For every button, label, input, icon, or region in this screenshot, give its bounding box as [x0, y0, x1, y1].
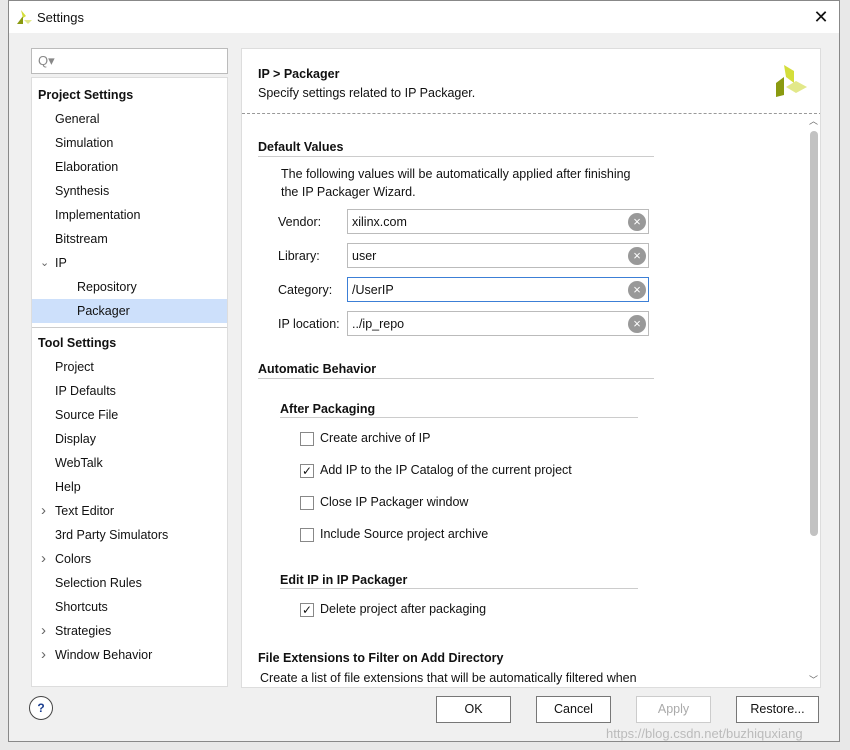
- page-title: IP > Packager: [258, 67, 340, 81]
- field-label: Vendor:: [278, 215, 322, 229]
- tree-item-packager[interactable]: Packager: [32, 299, 227, 323]
- restore-button[interactable]: Restore...: [736, 696, 819, 723]
- window-title: Settings: [37, 10, 84, 25]
- tree-item-ip[interactable]: ⌄ IP: [32, 251, 227, 275]
- field-value: user: [352, 249, 377, 263]
- tree-item[interactable]: General: [32, 107, 227, 131]
- tree-header-project-settings: Project Settings: [38, 88, 134, 102]
- settings-dialog: Settings ✕ Q▾ Project Settings General Sim…: [8, 0, 840, 742]
- checkbox-label[interactable]: Include Source project archive: [320, 527, 488, 541]
- tree-item[interactable]: Selection Rules: [32, 571, 227, 595]
- chevron-right-icon[interactable]: ›: [41, 619, 46, 643]
- field-value: xilinx.com: [352, 215, 407, 229]
- tree-item[interactable]: Simulation: [32, 131, 227, 155]
- section-default-values: Default Values: [258, 140, 344, 154]
- tree-divider: [32, 327, 227, 328]
- tree-item[interactable]: Source File: [32, 403, 227, 427]
- tree-item-label: IP Defaults: [55, 384, 116, 398]
- field-vendor-input[interactable]: xilinx.com ×: [347, 209, 649, 234]
- vertical-scrollbar[interactable]: ︿ ﹀: [809, 114, 819, 686]
- field-label: Library:: [278, 249, 320, 263]
- field-label: IP location:: [278, 317, 340, 331]
- tree-item-label: Source File: [55, 408, 119, 422]
- settings-panel: IP > Packager Specify settings related t…: [241, 48, 821, 688]
- checkbox-label[interactable]: Delete project after packaging: [320, 602, 486, 616]
- tree-item-label: Strategies: [55, 624, 112, 638]
- tree-item-label: Display: [55, 432, 96, 446]
- field-category-input[interactable]: /UserIP ×: [347, 277, 649, 302]
- tree-item-label: Selection Rules: [55, 576, 142, 590]
- description-text: the IP Packager Wizard.: [281, 185, 416, 199]
- tree-item-label: 3rd Party Simulators: [55, 528, 169, 542]
- tree-item[interactable]: › Text Editor: [32, 499, 227, 523]
- chevron-right-icon[interactable]: ›: [41, 499, 46, 523]
- checkbox[interactable]: ✓: [300, 603, 314, 617]
- tree-item[interactable]: Help: [32, 475, 227, 499]
- tree-item[interactable]: › Colors: [32, 547, 227, 571]
- tree-item-label: Colors: [55, 552, 92, 566]
- apply-button[interactable]: Apply: [636, 696, 711, 723]
- file-extensions-description: Create a list of file extensions that wi…: [260, 671, 637, 685]
- description-text: The following values will be automatical…: [281, 167, 631, 181]
- field-library-input[interactable]: user ×: [347, 243, 649, 268]
- tree-item-label: Shortcuts: [55, 600, 108, 614]
- settings-tree: Project Settings General Simulation Elabora…: [31, 77, 228, 687]
- tree-item[interactable]: › Window Behavior: [32, 643, 227, 667]
- checkbox[interactable]: [300, 432, 314, 446]
- search-input[interactable]: Q▾: [31, 48, 228, 74]
- tree-header-tool-settings: Tool Settings: [38, 336, 117, 350]
- field-value: /UserIP: [352, 283, 394, 297]
- tree-item[interactable]: Synthesis: [32, 179, 227, 203]
- tree-item[interactable]: 3rd Party Simulators: [32, 523, 227, 547]
- tree-item[interactable]: Implementation: [32, 203, 227, 227]
- tree-item[interactable]: Project: [32, 355, 227, 379]
- tree-item-label: Text Editor: [55, 504, 115, 518]
- tree-item-label: Help: [55, 480, 81, 494]
- checkbox[interactable]: [300, 528, 314, 542]
- cancel-button[interactable]: Cancel: [536, 696, 611, 723]
- page-subtitle: Specify settings related to IP Packager.: [258, 86, 476, 100]
- field-label: Category:: [278, 283, 333, 297]
- chevron-right-icon[interactable]: ›: [41, 643, 46, 667]
- clear-icon[interactable]: ×: [628, 281, 646, 299]
- tree-item[interactable]: › Strategies: [32, 619, 227, 643]
- tree-item[interactable]: IP Defaults: [32, 379, 227, 403]
- header-divider: [242, 113, 820, 114]
- chevron-right-icon[interactable]: ›: [41, 547, 46, 571]
- tree-item[interactable]: WebTalk: [32, 451, 227, 475]
- clear-icon[interactable]: ×: [628, 213, 646, 231]
- field-iplocation-input[interactable]: ../ip_repo ×: [347, 311, 649, 336]
- tree-item-label: Window Behavior: [55, 648, 153, 662]
- checkbox-label[interactable]: Create archive of IP: [320, 431, 430, 445]
- title-bar: Settings ✕: [9, 1, 839, 33]
- tree-item[interactable]: Bitstream: [32, 227, 227, 251]
- subsection-edit-ip: Edit IP in IP Packager: [280, 573, 408, 587]
- checkbox[interactable]: [300, 496, 314, 510]
- section-automatic-behavior: Automatic Behavior: [258, 362, 377, 376]
- subsection-after-packaging: After Packaging: [280, 402, 376, 416]
- checkbox[interactable]: ✓: [300, 464, 314, 478]
- tree-item-label: Project: [55, 360, 94, 374]
- tree-item[interactable]: Display: [32, 427, 227, 451]
- ok-button[interactable]: OK: [436, 696, 511, 723]
- tree-item[interactable]: Elaboration: [32, 155, 227, 179]
- checkbox-label[interactable]: Add IP to the IP Catalog of the current …: [320, 463, 572, 477]
- search-icon: Q▾: [38, 53, 55, 68]
- chevron-down-icon[interactable]: ⌄: [40, 251, 49, 275]
- watermark: https://blog.csdn.net/buzhiquxiang: [606, 726, 803, 741]
- tree-item-label: IP: [55, 256, 67, 270]
- help-button[interactable]: ?: [29, 696, 53, 720]
- tree-item-repository[interactable]: Repository: [32, 275, 227, 299]
- xilinx-logo-icon: [776, 65, 807, 97]
- clear-icon[interactable]: ×: [628, 247, 646, 265]
- tree-item[interactable]: Shortcuts: [32, 595, 227, 619]
- close-button[interactable]: ✕: [809, 5, 833, 29]
- field-value: ../ip_repo: [352, 317, 405, 331]
- checkbox-label[interactable]: Close IP Packager window: [320, 495, 468, 509]
- tree-item-label: WebTalk: [55, 456, 103, 470]
- section-file-extensions: File Extensions to Filter on Add Directo…: [258, 651, 504, 665]
- vivado-logo-icon: [17, 10, 32, 24]
- clear-icon[interactable]: ×: [628, 315, 646, 333]
